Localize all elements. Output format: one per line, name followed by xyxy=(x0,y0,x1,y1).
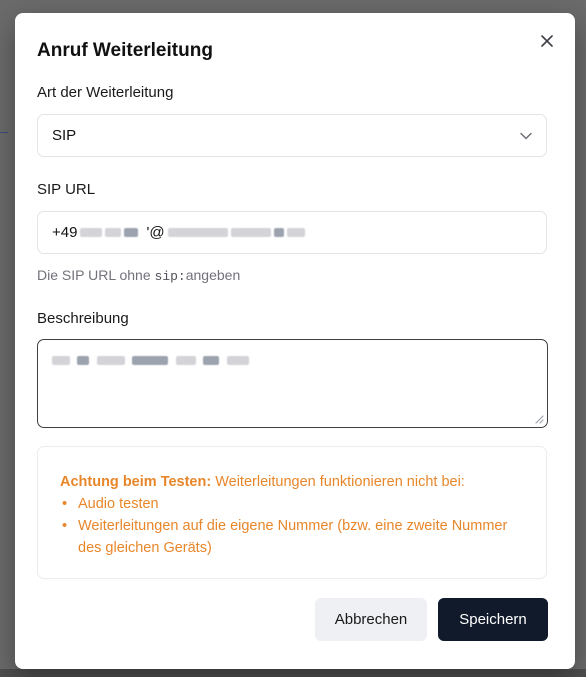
redacted-segment xyxy=(105,228,122,237)
description-label: Beschreibung xyxy=(37,310,129,327)
redacted-segment xyxy=(124,228,139,237)
description-textarea[interactable] xyxy=(37,339,548,428)
close-button[interactable] xyxy=(536,30,558,52)
list-item: Audio testen xyxy=(60,493,524,515)
save-button[interactable]: Speichern xyxy=(438,598,548,641)
redacted-segment xyxy=(230,228,271,237)
redacted-segment xyxy=(167,228,228,237)
warning-heading: Achtung beim Testen: xyxy=(60,474,212,490)
hint-code: sip: xyxy=(154,269,186,284)
background-footer xyxy=(0,669,586,677)
redacted-segment xyxy=(203,356,220,365)
close-icon xyxy=(541,35,553,47)
sip-url-at: '@ xyxy=(146,224,165,241)
hint-text-end: angeben xyxy=(185,267,241,283)
warning-heading-line: Achtung beim Testen: Weiterleitungen fun… xyxy=(60,471,524,493)
testing-warning: Achtung beim Testen: Weiterleitungen fun… xyxy=(37,446,547,579)
forward-type-value: SIP xyxy=(52,127,77,144)
warning-list: Audio testen Weiterleitungen auf die eig… xyxy=(60,493,524,559)
chevron-down-icon xyxy=(520,132,532,139)
resize-handle-icon[interactable] xyxy=(534,414,544,424)
redacted-segment xyxy=(286,228,305,237)
redacted-segment xyxy=(226,356,249,365)
redacted-segment xyxy=(96,356,125,365)
sip-url-hint: Die SIP URL ohne sip:angeben xyxy=(37,267,240,284)
redacted-segment xyxy=(80,228,103,237)
dialog-title: Anruf Weiterleitung xyxy=(37,40,213,61)
redacted-segment xyxy=(77,356,90,365)
list-item: Weiterleitungen auf die eigene Nummer (b… xyxy=(60,515,524,559)
forward-type-select[interactable]: SIP xyxy=(37,114,547,157)
background-link-fragment xyxy=(0,120,8,133)
redacted-segment xyxy=(52,356,70,365)
hint-text: Die SIP URL ohne xyxy=(37,267,155,283)
warning-text: Weiterleitungen funktionieren nicht bei: xyxy=(211,474,465,490)
redacted-segment xyxy=(273,228,284,237)
sip-url-input[interactable]: +49 '@ xyxy=(37,211,547,254)
redacted-segment xyxy=(132,356,169,365)
sip-url-label: SIP URL xyxy=(37,181,96,198)
forward-type-label: Art der Weiterleitung xyxy=(37,84,174,101)
call-forwarding-dialog: Anruf Weiterleitung Art der Weiterleitun… xyxy=(15,13,575,669)
redacted-segment xyxy=(175,356,196,365)
sip-url-prefix: +49 xyxy=(52,224,78,241)
cancel-button[interactable]: Abbrechen xyxy=(315,598,427,641)
